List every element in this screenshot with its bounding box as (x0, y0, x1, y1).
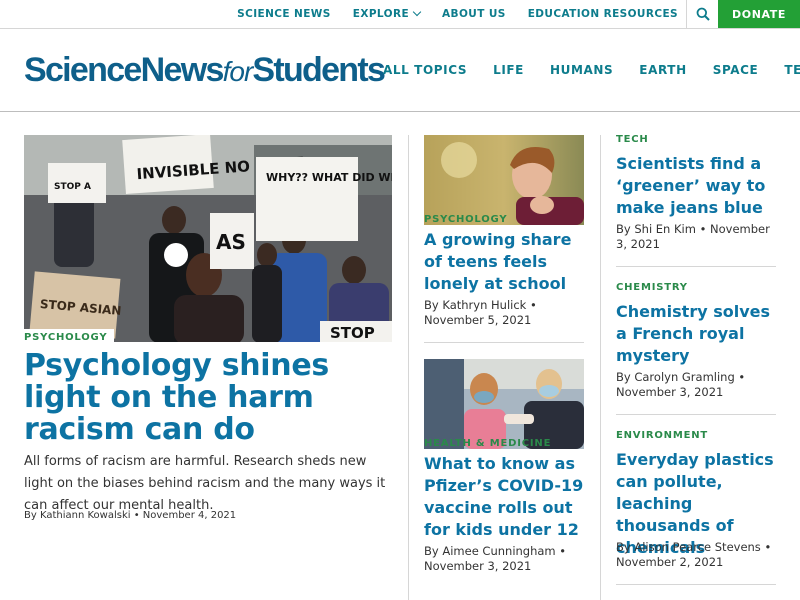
nav-life[interactable]: LIFE (493, 63, 524, 77)
hero-byline: By Kathiann Kowalski • November 4, 2021 (24, 510, 237, 521)
divider (616, 584, 776, 585)
search-icon (696, 7, 710, 21)
divider (616, 414, 776, 415)
hero-title[interactable]: Psychology shines light on the harm raci… (24, 350, 394, 446)
article-category[interactable]: TECH (616, 134, 649, 145)
article-image-lonely-teen[interactable] (424, 135, 584, 225)
column-divider (408, 135, 409, 600)
nav-tech[interactable]: TECH (784, 63, 800, 77)
about-us-link[interactable]: ABOUT US (442, 8, 506, 20)
article-category[interactable]: HEALTH & MEDICINE (424, 438, 551, 449)
hero-image[interactable]: INVISIBLE NO MORE WHY?? WHAT DID WE DO T… (24, 135, 392, 342)
logo-students: Students (252, 51, 386, 89)
article-title[interactable]: Chemistry solves a French royal mystery (616, 301, 781, 367)
nav-all-topics[interactable]: ALL TOPICS (383, 63, 467, 77)
nav-space[interactable]: SPACE (713, 63, 759, 77)
article-title[interactable]: A growing share of teens feels lonely at… (424, 229, 592, 295)
search-button[interactable] (686, 0, 719, 28)
article-title[interactable]: What to know as Pfizer’s COVID-19 vaccin… (424, 453, 592, 541)
article-byline: By Kathryn Hulick • November 5, 2021 (424, 298, 537, 327)
column-divider (600, 135, 601, 600)
nav-earth[interactable]: EARTH (639, 63, 686, 77)
article-byline: By Shi En Kim • November 3, 2021 (616, 222, 770, 251)
main-nav: ALL TOPICS LIFE HUMANS EARTH SPACE TECH (383, 63, 800, 77)
logo-for: for (222, 56, 254, 87)
education-resources-link[interactable]: EDUCATION RESOURCES (528, 8, 678, 20)
site-header: ScienceNewsforStudents ALL TOPICS LIFE H… (0, 29, 800, 112)
nav-humans[interactable]: HUMANS (550, 63, 613, 77)
sign-stop: STOP (330, 324, 375, 342)
hero-category[interactable]: PSYCHOLOGY (24, 329, 115, 343)
hero-description: All forms of racism are harmful. Researc… (24, 454, 386, 513)
article-category[interactable]: CHEMISTRY (616, 282, 688, 293)
divider (424, 342, 584, 343)
article-image-vaccine[interactable] (424, 359, 584, 449)
science-news-link[interactable]: SCIENCE NEWS (237, 8, 331, 20)
sign-why: WHY?? WHAT DID WE DO TO YOU?? (266, 171, 392, 184)
sign-stop-a: STOP A (54, 182, 91, 192)
explore-menu[interactable]: EXPLORE (352, 7, 422, 20)
divider (616, 266, 776, 267)
utility-links: SCIENCE NEWS EXPLORE ABOUT US EDUCATION … (215, 0, 678, 28)
article-byline: By Aimee Cunningham • November 3, 2021 (424, 544, 567, 573)
article-category[interactable]: PSYCHOLOGY (424, 214, 507, 225)
site-logo[interactable]: ScienceNewsforStudents (24, 50, 386, 92)
article-title[interactable]: Scientists find a ‘greener’ way to make … (616, 153, 781, 219)
sign-as: AS (216, 230, 246, 254)
utility-bar: SCIENCE NEWS EXPLORE ABOUT US EDUCATION … (0, 0, 800, 29)
logo-science: ScienceNews (24, 51, 224, 89)
chevron-down-icon (412, 7, 422, 17)
explore-label: EXPLORE (352, 8, 410, 20)
article-byline: By Carolyn Gramling • November 3, 2021 (616, 370, 746, 399)
article-category[interactable]: ENVIRONMENT (616, 430, 708, 441)
article-byline: By Alison Pearce Stevens • November 2, 2… (616, 540, 772, 569)
donate-button[interactable]: DONATE (718, 0, 800, 28)
